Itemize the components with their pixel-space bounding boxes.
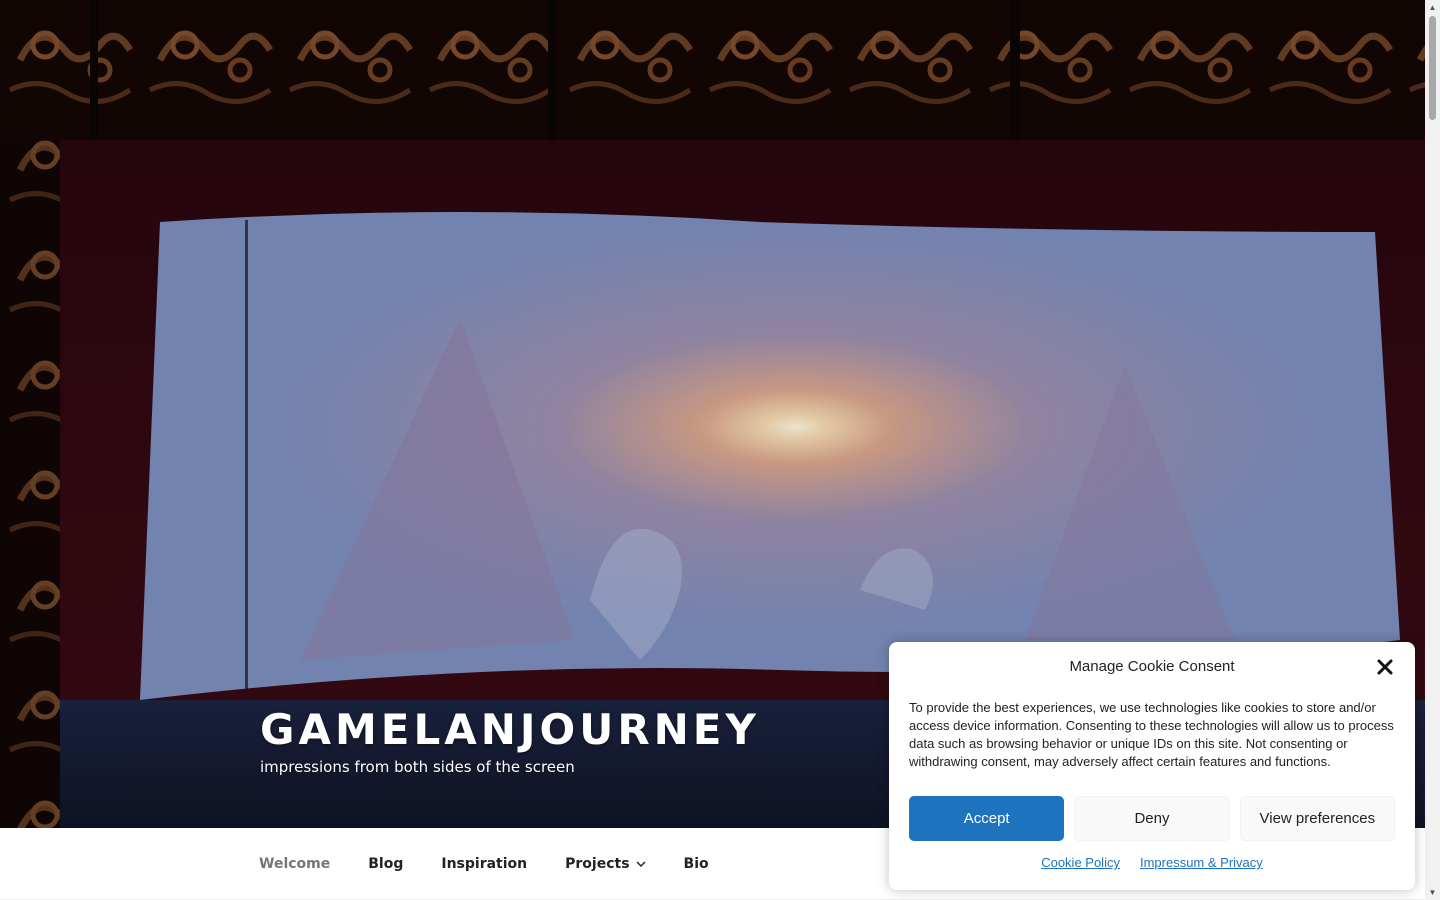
scroll-thumb[interactable] bbox=[1429, 16, 1436, 120]
site-title[interactable]: GAMELANJOURNEY bbox=[260, 704, 760, 756]
cookie-button-group: Accept Deny View preferences bbox=[909, 796, 1395, 841]
nav-item-welcome[interactable]: Welcome bbox=[240, 856, 349, 872]
nav-item-label: Projects bbox=[565, 856, 630, 872]
impressum-privacy-link[interactable]: Impressum & Privacy bbox=[1140, 855, 1263, 870]
nav-item-label: Welcome bbox=[259, 856, 331, 872]
scroll-down-arrow-icon[interactable]: ▼ bbox=[1425, 885, 1440, 900]
nav-menu: Welcome Blog Inspiration Projects Bio bbox=[240, 828, 728, 900]
page-scrollbar[interactable]: ▲ ▼ bbox=[1425, 0, 1440, 900]
view-preferences-button[interactable]: View preferences bbox=[1239, 796, 1395, 841]
accept-button[interactable]: Accept bbox=[909, 796, 1065, 841]
nav-item-label: Inspiration bbox=[441, 856, 528, 872]
nav-item-blog[interactable]: Blog bbox=[349, 856, 422, 872]
nav-item-projects[interactable]: Projects bbox=[546, 856, 664, 872]
cookie-banner-links: Cookie Policy Impressum & Privacy bbox=[889, 855, 1415, 870]
nav-item-label: Bio bbox=[683, 856, 709, 872]
close-icon[interactable] bbox=[1375, 657, 1395, 677]
scroll-up-arrow-icon[interactable]: ▲ bbox=[1425, 0, 1440, 15]
cookie-banner-message: To provide the best experiences, we use … bbox=[909, 700, 1394, 769]
nav-item-inspiration[interactable]: Inspiration bbox=[422, 856, 546, 872]
site-branding: GAMELANJOURNEY impressions from both sid… bbox=[260, 704, 760, 776]
chevron-down-icon bbox=[636, 860, 646, 871]
site-description: impressions from both sides of the scree… bbox=[260, 758, 575, 776]
cookie-policy-link[interactable]: Cookie Policy bbox=[1041, 855, 1120, 870]
cookie-consent-banner: Manage Cookie Consent To provide the bes… bbox=[889, 642, 1415, 890]
deny-button[interactable]: Deny bbox=[1074, 796, 1230, 841]
nav-item-label: Blog bbox=[368, 856, 404, 872]
nav-item-bio[interactable]: Bio bbox=[665, 856, 728, 872]
cookie-banner-title: Manage Cookie Consent bbox=[1069, 658, 1235, 675]
